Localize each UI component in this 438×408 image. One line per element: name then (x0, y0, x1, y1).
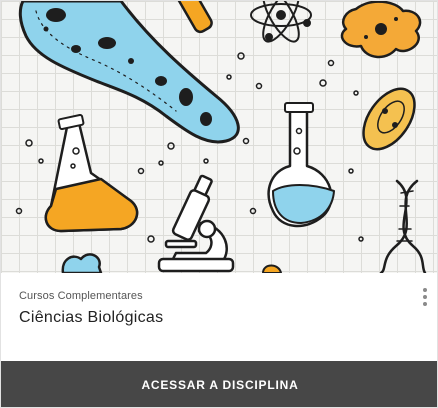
atom-icon (250, 1, 312, 43)
access-course-button[interactable]: ACESSAR A DISCIPLINA (1, 361, 437, 407)
course-card[interactable]: Cursos Complementares Ciências Biológica… (0, 0, 438, 408)
course-category: Cursos Complementares (19, 290, 143, 302)
microscope-icon (157, 174, 235, 273)
kebab-dot (423, 288, 427, 292)
course-title: Ciências Biológicas (19, 309, 164, 326)
paramecium-icon (362, 87, 416, 151)
kebab-dot (423, 295, 427, 299)
kebab-dot (423, 302, 427, 306)
dna-icon (379, 179, 427, 273)
erlenmeyer-flask-icon (44, 113, 139, 233)
course-cover-image (1, 1, 437, 273)
round-flask-icon (267, 102, 335, 228)
kebab-menu-icon[interactable] (417, 285, 433, 309)
virus-icon (340, 1, 422, 59)
test-tube-icon (173, 1, 213, 34)
